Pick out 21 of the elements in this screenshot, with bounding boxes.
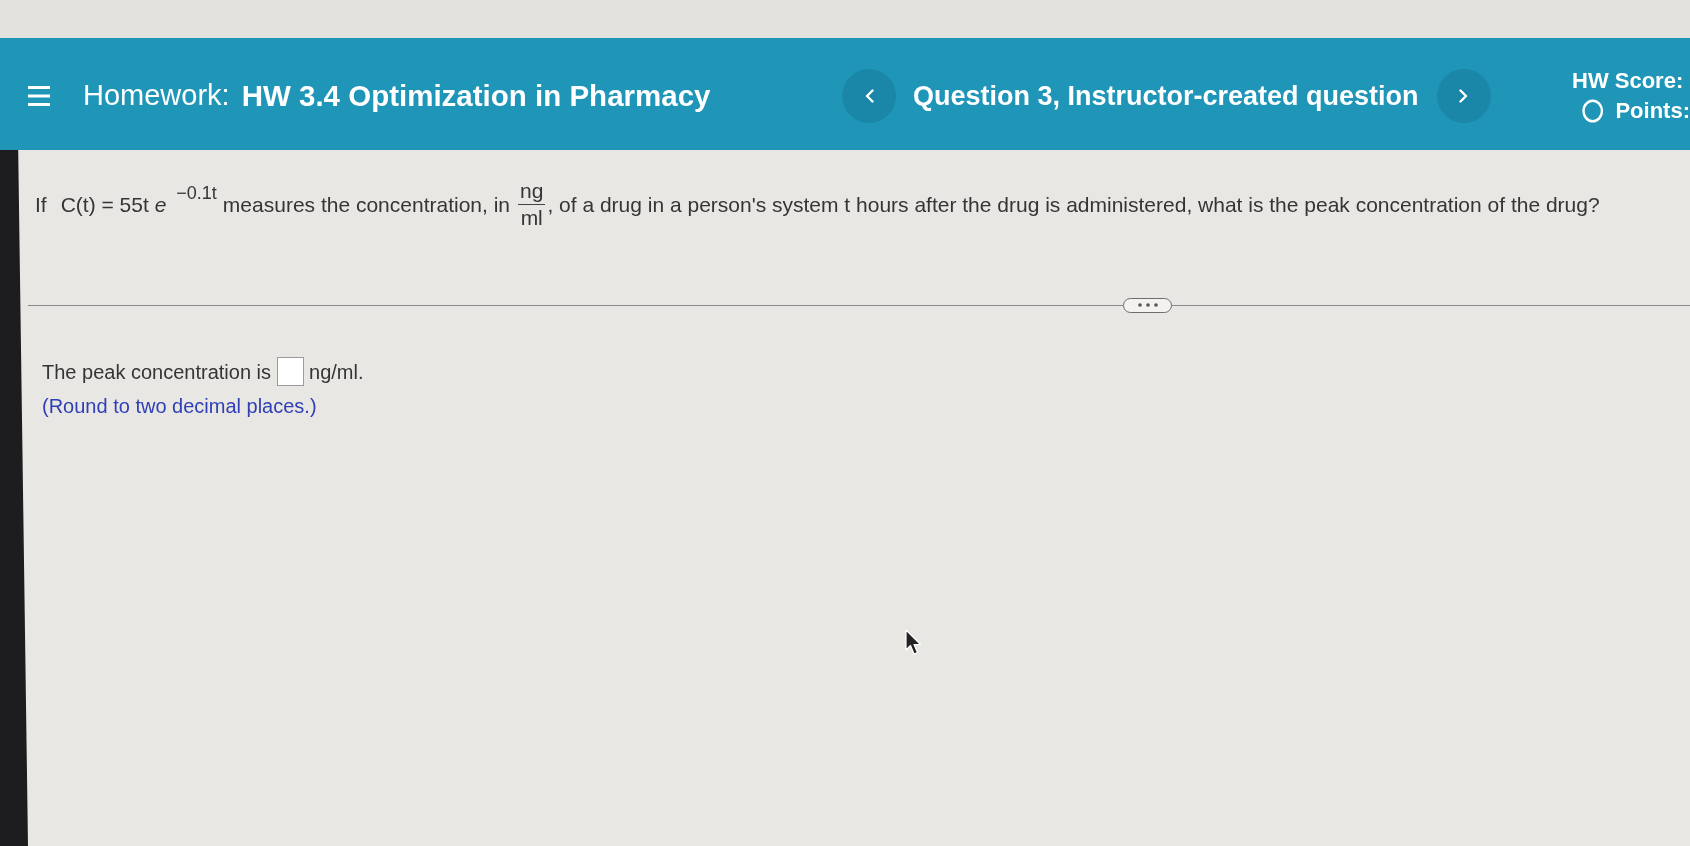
homework-label: Homework: <box>83 78 230 114</box>
more-button[interactable] <box>1123 297 1172 313</box>
cursor-icon <box>905 629 922 655</box>
question-title: Question 3, Instructor-created question <box>913 79 1419 113</box>
ring-icon <box>1582 98 1604 123</box>
homework-title: HW 3.4 Optimization in Pharmacy <box>241 77 711 114</box>
menu-icon[interactable] <box>28 86 50 106</box>
fraction-denominator: ml <box>520 205 543 232</box>
chevron-right-icon <box>1459 89 1469 103</box>
answer-prompt: The peak concentration is <box>42 359 272 385</box>
question-text: measures the concentration, in <box>222 192 511 218</box>
answer-box[interactable] <box>277 357 305 386</box>
chevron-left-icon <box>864 89 874 103</box>
points-label: Points: <box>1615 97 1690 125</box>
score-label: HW Score: <box>1572 67 1685 96</box>
question-text: If <box>35 192 47 218</box>
question-text: , of a drug in a person's system t hours after the drug is administered, what is the peak concentration of the drug? <box>547 192 1600 218</box>
unit-label: ng/ml. <box>309 359 364 385</box>
rounding-hint: (Round to two decimal places.) <box>42 394 317 417</box>
ellipsis-icon <box>1136 303 1159 307</box>
fraction-numerator: ng <box>518 178 546 206</box>
